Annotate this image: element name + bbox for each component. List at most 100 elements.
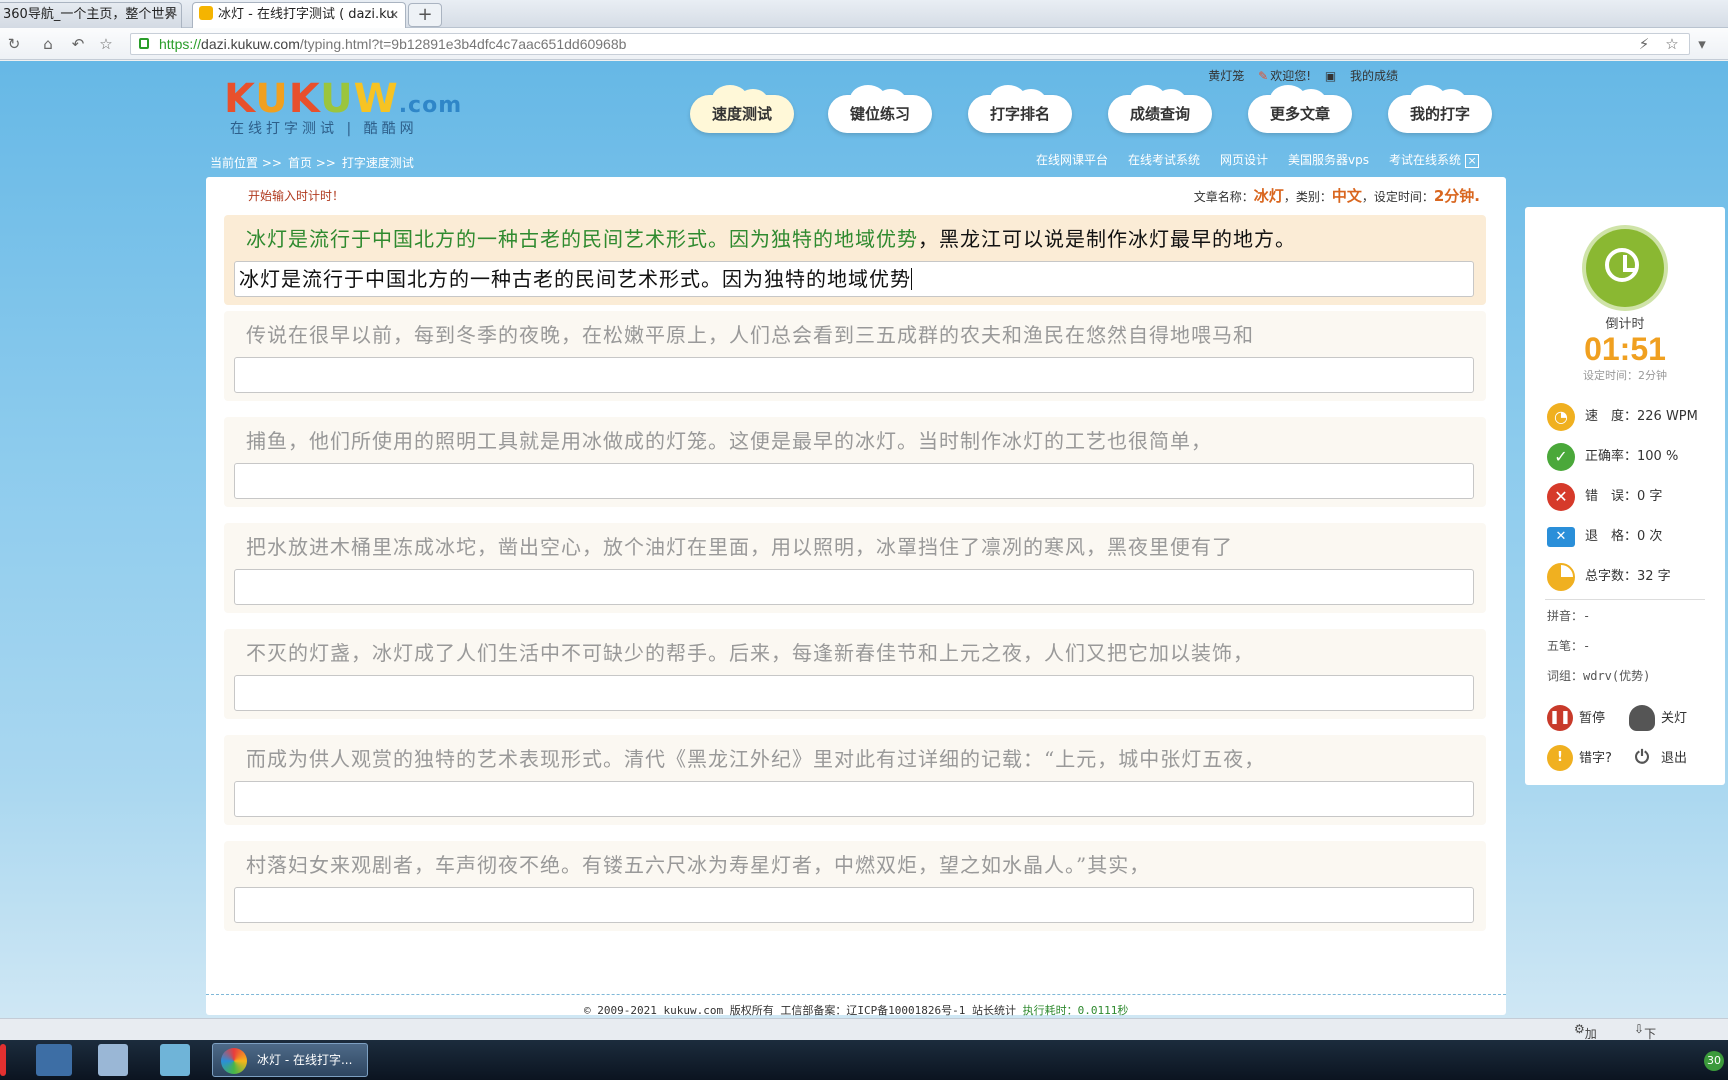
calculator-icon[interactable]: [98, 1044, 128, 1076]
typing-line: 把水放进木桶里冻成冰坨，凿出空心，放个油灯在里面，用以照明，冰罩挡住了凛冽的寒风…: [224, 523, 1486, 613]
browser-tab-bar: 360导航_一个主页，整个世界 ✕ 冰灯 - 在线打字测试 ( dazi.ku …: [0, 0, 1728, 29]
url-path: /typing.html?t=9b12891e3b4dfc4c7aac651dd…: [299, 36, 627, 52]
browser-tab[interactable]: 360导航_一个主页，整个世界 ✕: [0, 2, 182, 28]
logo-domain: .com: [398, 93, 463, 118]
breadcrumb-item[interactable]: 首页 >>: [288, 156, 336, 170]
breadcrumb-item[interactable]: 打字速度测试: [342, 156, 414, 170]
breadcrumb-item: 当前位置 >>: [210, 156, 282, 170]
typing-input[interactable]: [234, 675, 1474, 711]
button-label: 错字?: [1579, 751, 1612, 766]
notepad-icon[interactable]: [160, 1044, 190, 1076]
my-scores-label: 我的成绩: [1349, 69, 1398, 83]
sub-link[interactable]: 考试在线系统: [1389, 153, 1461, 167]
url-host: dazi.kukuw.com: [201, 36, 300, 52]
text-caret: [911, 268, 912, 290]
typing-input[interactable]: 冰灯是流行于中国北方的一种古老的民间艺术形式。因为独特的地域优势: [234, 261, 1474, 297]
lightning-icon[interactable]: ⚡: [1634, 34, 1654, 54]
typing-input[interactable]: [234, 887, 1474, 923]
close-tab-icon[interactable]: ✕: [165, 3, 175, 27]
pinyin-hint: 拼音：-: [1547, 609, 1591, 623]
logo-letter: U: [255, 76, 289, 122]
nav-label: 速度测试: [711, 105, 772, 123]
speedometer-icon: ◔: [1547, 403, 1575, 431]
nav-label: 成绩查询: [1129, 105, 1190, 123]
refresh-icon[interactable]: ↻: [4, 34, 24, 54]
browser-status-bar: ⚙ 加速器 ⇩ 下载: [0, 1018, 1728, 1075]
url-scheme: https://: [159, 36, 202, 52]
footer-divider: [206, 994, 1506, 995]
close-icon[interactable]: ×: [1465, 154, 1480, 168]
back-icon[interactable]: ↶: [68, 34, 88, 54]
accelerator-button[interactable]: ⚙ 加速器: [1574, 1022, 1597, 1075]
set-time: 设定时间：2分钟: [1583, 369, 1667, 382]
backspace-icon: ✕: [1547, 527, 1575, 547]
pause-button[interactable]: ❚❚ 暂停: [1547, 705, 1605, 733]
stat-speed: ◔ 速 度：226 WPM: [1547, 403, 1698, 431]
clock-icon: [1586, 229, 1664, 307]
exit-button[interactable]: ⏻ 退出: [1629, 745, 1687, 773]
new-tab-button[interactable]: +: [408, 3, 442, 27]
explorer-icon[interactable]: [36, 1044, 72, 1076]
welcome-text: 欢迎您!: [1270, 69, 1311, 83]
source-text: 把水放进木桶里冻成冰坨，凿出空心，放个油灯在里面，用以照明，冰罩挡住了凛冽的寒风…: [246, 535, 1233, 559]
stats-panel: 倒计时 01:51 设定时间：2分钟 ◔ 速 度：226 WPM ✓ 正确率：100…: [1525, 207, 1725, 785]
address-bar: ↻ ⌂ ↶ ☆ https://dazi.kukuw.com/typing.ht…: [0, 28, 1728, 60]
start-hint: 开始输入时计时！: [248, 189, 345, 203]
typing-line: 而成为供人观赏的独特的艺术表现形式。清代《黑龙江外纪》里对此有过详细的记载：“上…: [224, 735, 1486, 825]
my-scores-link[interactable]: ▣ 我的成绩: [1325, 69, 1398, 83]
logo-letter: K: [288, 76, 321, 122]
home-icon[interactable]: ⌂: [38, 34, 58, 54]
article-name: 冰灯: [1253, 187, 1284, 205]
typing-input[interactable]: [234, 357, 1474, 393]
check-icon: ✓: [1547, 443, 1575, 471]
bulb-icon: [1629, 705, 1655, 731]
sub-link[interactable]: 美国服务器vps: [1288, 153, 1369, 167]
stat-label: 错 误：0 字: [1585, 489, 1663, 504]
sub-link[interactable]: 在线网课平台: [1036, 153, 1108, 167]
url-input[interactable]: https://dazi.kukuw.com/typing.html?t=9b1…: [130, 33, 1690, 55]
stat-backspace: ✕ 退 格：0 次: [1547, 523, 1662, 551]
typing-line: 村落妇女来观剧者，车声彻夜不绝。有镂五六尺冰为寿星灯者，中燃双炬，望之如水晶人。…: [224, 841, 1486, 931]
stat-label: 速 度：226 WPM: [1585, 409, 1698, 424]
meta-label: 文章名称：: [1193, 190, 1254, 204]
start-edge: [0, 1044, 6, 1076]
username-link[interactable]: 黄灯笼: [1208, 69, 1244, 83]
site-logo[interactable]: KUKUW.com: [224, 76, 462, 122]
sub-link[interactable]: 网页设计: [1220, 153, 1268, 167]
typing-input[interactable]: [234, 569, 1474, 605]
chevron-down-icon[interactable]: ▾: [1692, 34, 1712, 54]
logo-letter: U: [320, 76, 354, 122]
taskbar-app-browser[interactable]: 冰灯 - 在线打字...: [212, 1043, 368, 1077]
logo-letter: K: [224, 76, 256, 122]
tab-title: 360导航_一个主页，整个世界: [3, 7, 178, 22]
source-text: 传说在很早以前，每到冬季的夜晚，在松嫩平原上，人们总会看到三五成群的农夫和渔民在…: [246, 323, 1254, 347]
light-off-button[interactable]: 关灯: [1629, 705, 1687, 733]
sub-link[interactable]: 在线考试系统: [1128, 153, 1200, 167]
favorite-icon[interactable]: ☆: [1662, 34, 1682, 54]
nav-ranking[interactable]: 打字排名: [968, 85, 1072, 133]
source-text: 不灭的灯盏，冰灯成了人们生活中不可缺少的帮手。后来，每逢新春佳节和上元之夜，人们…: [246, 641, 1254, 665]
source-text: 村落妇女来观剧者，车声彻夜不绝。有镂五六尺冰为寿星灯者，中燃双炬，望之如水晶人。…: [246, 853, 1151, 877]
lock-icon: [139, 38, 149, 49]
nav-label: 更多文章: [1269, 105, 1330, 123]
os-taskbar: 冰灯 - 在线打字... 30: [0, 1040, 1728, 1080]
close-tab-icon[interactable]: ✕: [389, 3, 399, 27]
user-icon: ✎: [1258, 69, 1269, 83]
typing-panel: 开始输入时计时！ 文章名称：冰灯，类别：中文，设定时间：2分钟. 冰灯是流行于中…: [206, 177, 1506, 1015]
divider: [1545, 599, 1705, 600]
nav-speed-test[interactable]: 速度测试: [690, 85, 794, 133]
tray-clock[interactable]: 30: [1704, 1051, 1724, 1071]
typing-input[interactable]: [234, 781, 1474, 817]
download-button[interactable]: ⇩ 下载: [1634, 1022, 1656, 1058]
nav-key-practice[interactable]: 键位练习: [828, 85, 932, 133]
wubi-hint: 五笔：-: [1547, 639, 1591, 653]
typo-report-button[interactable]: ! 错字?: [1547, 745, 1612, 773]
star-icon[interactable]: ☆: [96, 34, 116, 54]
nav-score-query[interactable]: 成绩查询: [1108, 85, 1212, 133]
nav-my-typing[interactable]: 我的打字: [1388, 85, 1492, 133]
stat-total: 总字数：32 字: [1547, 563, 1671, 591]
typing-input[interactable]: [234, 463, 1474, 499]
browser-tab-active[interactable]: 冰灯 - 在线打字测试 ( dazi.ku ✕: [192, 2, 406, 29]
button-label: 退出: [1661, 751, 1688, 766]
nav-more-articles[interactable]: 更多文章: [1248, 85, 1352, 133]
